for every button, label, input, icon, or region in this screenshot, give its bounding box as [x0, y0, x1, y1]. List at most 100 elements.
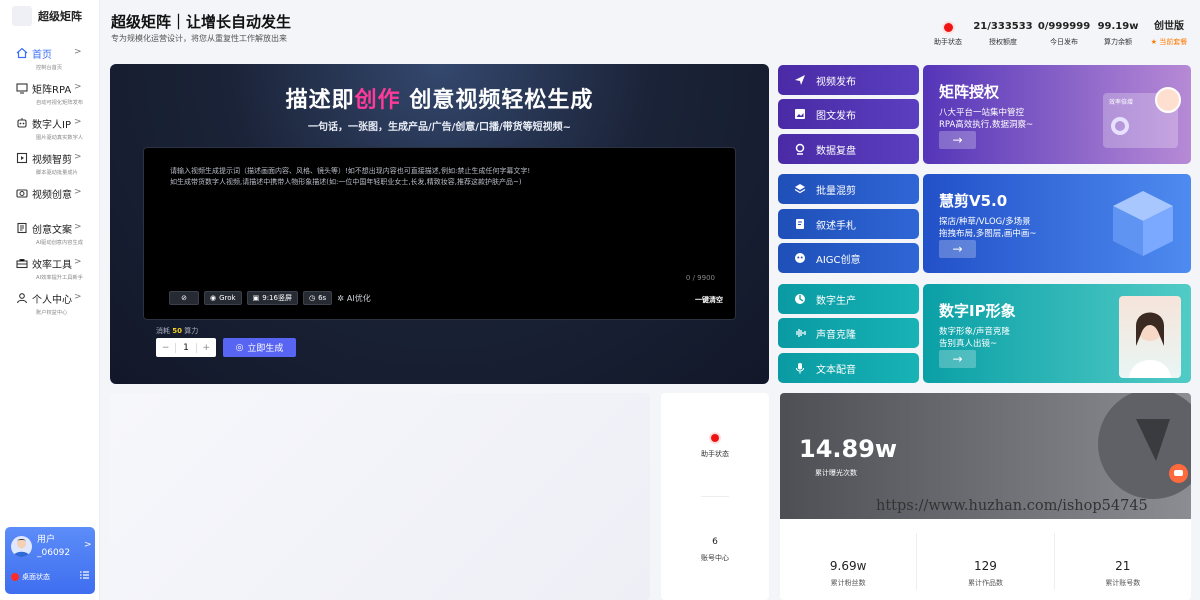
chevron-right-icon: >	[74, 292, 82, 302]
account-center-link[interactable]: 账号中心	[661, 553, 769, 563]
sidebar-item-digital-ip[interactable]: 数字人IP > 图片驱动真实数字人	[0, 114, 100, 149]
home-icon	[16, 47, 28, 59]
quick-digital-production[interactable]: 数字生产	[778, 284, 919, 314]
user-card[interactable]: 用户_06092 > 桌面状态	[5, 527, 95, 594]
stat-value: 99.19w	[1097, 21, 1139, 32]
chevron-right-icon: >	[74, 47, 82, 57]
copywriting-icon	[16, 222, 28, 234]
note-icon	[794, 218, 806, 230]
model-select[interactable]: ◉ Grok	[204, 291, 242, 305]
sidebar-item-sub: 脚本驱动批量成片	[36, 170, 78, 176]
toolbox-icon	[16, 257, 28, 269]
user-status-label: 桌面状态	[22, 573, 50, 581]
sidebar-item-label: 效率工具	[32, 259, 72, 271]
camera-icon	[16, 187, 28, 199]
sidebar-item-sub: AI驱动创意内容生成	[36, 240, 83, 246]
quick-data-review[interactable]: 数据复盘	[778, 134, 919, 164]
increment-button[interactable]: +	[197, 343, 216, 353]
quick-aigc-creative[interactable]: AIGC创意	[778, 243, 919, 273]
sidebar-item-home[interactable]: 首页 > 控制台首页	[0, 44, 100, 79]
hero-subtitle: 一句话，一张图，生成产品/广告/创意/口播/带货等短视频~	[308, 122, 571, 133]
generate-button[interactable]: ◎ 立即生成	[223, 338, 296, 357]
digital-human-image	[1119, 296, 1181, 378]
stat-fans: 9.69w 累计粉丝数	[780, 533, 918, 590]
quick-batch-mix[interactable]: 批量混剪	[778, 174, 919, 204]
sidebar-item-sub: 自动可视化矩阵发布	[36, 100, 84, 106]
stat-value: 21/333533	[973, 21, 1033, 32]
quantity-value[interactable]: 1	[175, 342, 197, 353]
quick-narrative-notes[interactable]: 叙述手札	[778, 209, 919, 239]
chat-icon[interactable]	[1169, 464, 1188, 483]
card-line1: 探店/种草/VLOG/多场景	[939, 217, 1031, 227]
sidebar-item-profile[interactable]: 个人中心 > 账户权益中心	[0, 289, 100, 324]
total-exposure-value: 14.89w	[799, 435, 898, 463]
sidebar-item-video-edit[interactable]: 视频智剪 > 脚本驱动批量成片	[0, 149, 100, 184]
cube-illustration	[1113, 191, 1173, 256]
card-line2: 拖拽布局,多图层,画中画~	[939, 229, 1037, 239]
clear-button[interactable]: 一键清空	[695, 295, 723, 305]
arrow-right-icon[interactable]: →	[939, 131, 976, 149]
card-smart-edit[interactable]: 慧剪V5.0 探店/种草/VLOG/多场景 拖拽布局,多图层,画中画~ →	[923, 174, 1191, 273]
sidebar-item-copywriting[interactable]: 创意文案 > AI驱动创意内容生成	[0, 219, 100, 254]
stat-current-plan[interactable]: 创世版 ★ 当前套餐	[1143, 20, 1195, 47]
quick-voice-clone[interactable]: 声音克隆	[778, 318, 919, 348]
prompt-placeholder: 请输入视频生成提示词（描述画面内容、风格、镜头等）!如不想出现内容也可直接描述,…	[170, 167, 531, 186]
aigc-icon	[794, 252, 806, 264]
cost-info: 消耗 50 算力	[156, 327, 199, 335]
stat-label: 算力余额	[1104, 38, 1132, 46]
rpa-icon	[16, 82, 28, 94]
app-name: 超级矩阵	[38, 10, 82, 23]
prompt-input[interactable]: 请输入视频生成提示词（描述画面内容、风格、镜头等）!如不想出现内容也可直接描述,…	[143, 147, 736, 320]
stat-value: 0/999999	[1037, 21, 1091, 32]
data-icon	[794, 143, 806, 155]
stat-label: 累计作品数	[967, 579, 1003, 587]
chevron-right-icon: >	[74, 187, 82, 197]
stat-label: 助手状态	[934, 38, 962, 46]
stat-label: ★ 当前套餐	[1150, 38, 1188, 46]
assistant-avatar	[1155, 87, 1181, 113]
ai-optimize-button[interactable]: ✲ AI优化	[337, 293, 371, 304]
status-dot	[711, 434, 719, 442]
avatar	[11, 536, 32, 557]
quick-image-publish[interactable]: 图文发布	[778, 99, 919, 129]
card-digital-ip[interactable]: 数字IP形象 数字形象/声音克隆 告别真人出镜~ →	[923, 284, 1191, 383]
sidebar-item-rpa[interactable]: 矩阵RPA > 自动可视化矩阵发布	[0, 79, 100, 114]
sidebar-item-tools[interactable]: 效率工具 > AI效率提升工具新手	[0, 254, 100, 289]
page-subtitle: 专为规模化运营设计，将您从重复性工作解放出来	[111, 34, 287, 43]
logo[interactable]: 超级矩阵	[12, 6, 82, 26]
card-matrix-license[interactable]: 矩阵授权 八大平台一站集中管控 RPA高效执行,数据洞察~ → 效率倍增	[923, 65, 1191, 164]
card-line1: 八大平台一站集中管控	[939, 108, 1025, 118]
stat-today-publish: 0/999999 今日发布	[1035, 20, 1093, 47]
card-title: 数字IP形象	[939, 302, 1016, 320]
logo-icon	[12, 6, 32, 26]
stat-label: 累计账号数	[1105, 579, 1141, 587]
duration-select[interactable]: ◷ 6s	[302, 291, 333, 305]
quick-text-dubbing[interactable]: 文本配音	[778, 353, 919, 383]
brand-circle	[1098, 393, 1191, 499]
card-line1: 数字形象/声音克隆	[939, 327, 1010, 337]
attach-button[interactable]: ⊘	[169, 291, 199, 305]
stats-card: 14.89w 累计曝光次数 9.69w 累计粉丝数 129 累计作品数 21 累计账号…	[780, 393, 1191, 600]
status-dot	[11, 573, 19, 581]
arrow-right-icon[interactable]: →	[939, 350, 976, 368]
sidebar-item-video-creative[interactable]: 视频创意 >	[0, 184, 100, 219]
decrement-button[interactable]: −	[156, 343, 175, 353]
user-icon	[16, 292, 28, 304]
sidebar-nav: 首页 > 控制台首页 矩阵RPA > 自动可视化矩阵发布 数字人IP > 图片驱…	[0, 44, 100, 324]
char-counter: 0 / 9900	[685, 274, 715, 282]
stat-license-quota: 21/333533 授权额度	[971, 20, 1035, 47]
arrow-right-icon[interactable]: →	[939, 240, 976, 258]
sidebar-item-sub: 图片驱动真实数字人	[36, 135, 84, 141]
stats-columns: 9.69w 累计粉丝数 129 累计作品数 21 累计账号数	[780, 519, 1191, 600]
list-menu-icon[interactable]	[80, 571, 89, 579]
stat-label: 累计粉丝数	[830, 579, 866, 587]
chevron-right-icon[interactable]: >	[84, 540, 92, 550]
ratio-select[interactable]: ▣ 9:16竖屏	[246, 291, 298, 305]
stat-label: 授权额度	[989, 38, 1017, 46]
status-dot	[943, 23, 953, 32]
quick-video-publish[interactable]: 视频发布	[778, 65, 919, 95]
crown-icon: ★	[1150, 38, 1158, 46]
sidebar-item-label: 矩阵RPA	[32, 84, 72, 96]
sidebar-item-sub: 账户权益中心	[36, 310, 68, 316]
sidebar: 超级矩阵 首页 > 控制台首页 矩阵RPA > 自动可视化矩阵发布 数字人IP …	[0, 0, 100, 600]
